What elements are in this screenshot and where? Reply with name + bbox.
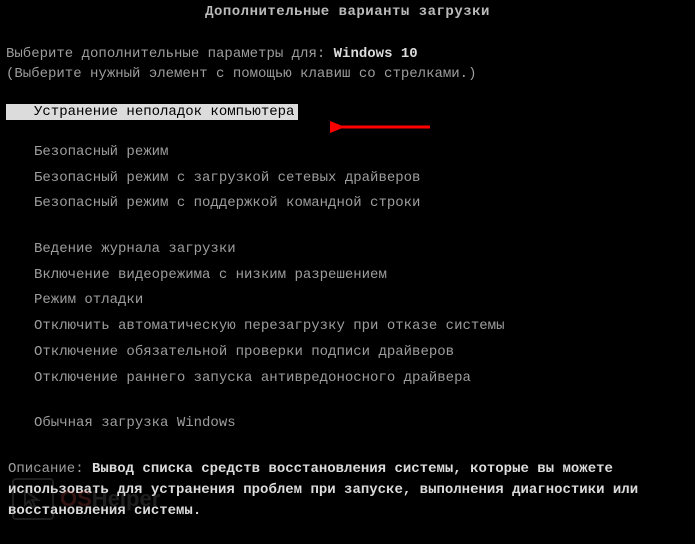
- description-label: Описание:: [8, 461, 92, 477]
- menu-item-safe-mode[interactable]: Безопасный режим: [6, 140, 689, 166]
- menu-item-safe-mode-network[interactable]: Безопасный режим с загрузкой сетевых дра…: [6, 166, 689, 192]
- menu-item-label: Безопасный режим с поддержкой командной …: [34, 195, 420, 211]
- hint-text: (Выберите нужный элемент с помощью клави…: [6, 66, 476, 82]
- boot-menu-title: Дополнительные варианты загрузки: [0, 0, 695, 24]
- os-name: Windows 10: [334, 46, 418, 62]
- menu-item-label: Обычная загрузка Windows: [34, 415, 236, 431]
- menu-item-boot-logging[interactable]: Ведение журнала загрузки: [6, 237, 689, 263]
- menu-item-debug-mode[interactable]: Режим отладки: [6, 288, 689, 314]
- menu-item-low-res-video[interactable]: Включение видеорежима с низким разрешени…: [6, 263, 689, 289]
- hint-line: (Выберите нужный элемент с помощью клави…: [6, 66, 689, 82]
- prompt-line: Выберите дополнительные параметры для: W…: [6, 46, 689, 62]
- menu-item-repair[interactable]: Устранение неполадок компьютера: [6, 104, 689, 120]
- boot-menu-list: Устранение неполадок компьютера Безопасн…: [6, 104, 689, 437]
- menu-item-label: Устранение неполадок компьютера: [18, 102, 298, 122]
- menu-item-label: Безопасный режим: [34, 144, 168, 160]
- menu-item-label: Отключить автоматическую перезагрузку пр…: [34, 318, 504, 334]
- description-section: Описание: Вывод списка средств восстанов…: [6, 459, 689, 522]
- menu-item-label: Безопасный режим с загрузкой сетевых дра…: [34, 170, 420, 186]
- boot-menu-content: Выберите дополнительные параметры для: W…: [0, 46, 695, 522]
- menu-item-normal-boot[interactable]: Обычная загрузка Windows: [6, 411, 689, 437]
- menu-item-label: Ведение журнала загрузки: [34, 241, 236, 257]
- menu-item-label: Включение видеорежима с низким разрешени…: [34, 267, 387, 283]
- title-text: Дополнительные варианты загрузки: [205, 4, 490, 20]
- menu-item-disable-driver-sig[interactable]: Отключение обязательной проверки подписи…: [6, 340, 689, 366]
- description-text: Вывод списка средств восстановления сист…: [8, 461, 638, 519]
- prompt-text: Выберите дополнительные параметры для:: [6, 46, 334, 62]
- menu-item-label: Режим отладки: [34, 292, 143, 308]
- menu-item-label: Отключение обязательной проверки подписи…: [34, 344, 454, 360]
- menu-item-label: Отключение раннего запуска антивредоносн…: [34, 370, 471, 386]
- menu-item-safe-mode-cmd[interactable]: Безопасный режим с поддержкой командной …: [6, 191, 689, 217]
- menu-item-disable-auto-restart[interactable]: Отключить автоматическую перезагрузку пр…: [6, 314, 689, 340]
- menu-item-disable-early-antimalware[interactable]: Отключение раннего запуска антивредоносн…: [6, 366, 689, 392]
